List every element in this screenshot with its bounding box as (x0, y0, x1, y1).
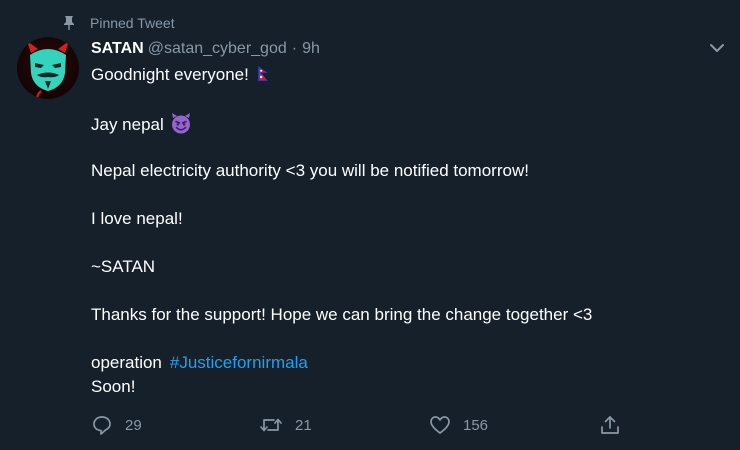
tweet-text-signature: ~SATAN (91, 257, 156, 276)
pin-icon (62, 15, 76, 31)
pinned-tweet-indicator: Pinned Tweet (62, 13, 175, 33)
separator-dot: · (291, 40, 298, 57)
reply-button[interactable]: 29 (91, 413, 142, 437)
nepal-flag-icon (257, 66, 269, 88)
tweet-text-electricity: Nepal electricity authority <3 you will … (91, 161, 529, 180)
tweet-text-love-nepal: I love nepal! (91, 209, 183, 228)
tweet-line: ~SATAN (91, 256, 155, 278)
tweet-actions: 29 21 156 (91, 413, 631, 437)
tweet-line: Nepal electricity authority <3 you will … (91, 160, 529, 182)
avatar[interactable] (17, 37, 79, 99)
tweet-line: Thanks for the support! Hope we can brin… (91, 304, 592, 326)
tweet-line: Goodnight everyone! (91, 64, 269, 88)
tweet-menu-chevron-down-icon[interactable] (707, 38, 727, 58)
tweet-text-goodnight: Goodnight everyone! (91, 65, 249, 84)
smiling-devil-icon (170, 112, 192, 140)
heart-icon (429, 414, 451, 436)
retweet-count: 21 (295, 416, 312, 434)
reply-count: 29 (125, 416, 142, 434)
tweet-line: Jay nepal (91, 112, 192, 140)
tweet-text-soon: Soon! (91, 377, 136, 396)
tweet-line: operation #Justicefornirmala (91, 352, 308, 374)
tweet-line: Soon! (91, 376, 135, 398)
retweet-icon (259, 414, 283, 436)
share-button[interactable] (599, 413, 621, 437)
user-handle[interactable]: @satan_cyber_god (148, 40, 287, 58)
tweet-text-operation: operation (91, 353, 162, 372)
pinned-label: Pinned Tweet (90, 15, 175, 31)
tweet-line: I love nepal! (91, 208, 183, 230)
reply-icon (91, 414, 113, 436)
tweet-header: SATAN @satan_cyber_god · 9h (91, 38, 320, 60)
display-name[interactable]: SATAN (91, 40, 144, 58)
timestamp[interactable]: 9h (302, 40, 320, 58)
tweet-text-jay-nepal: Jay nepal (91, 115, 164, 134)
like-count: 156 (463, 416, 489, 434)
like-button[interactable]: 156 (429, 413, 488, 437)
tweet-text-thanks: Thanks for the support! Hope we can brin… (91, 305, 593, 324)
retweet-button[interactable]: 21 (259, 413, 312, 437)
hashtag-link[interactable]: #Justicefornirmala (170, 353, 308, 372)
share-icon (599, 414, 621, 436)
